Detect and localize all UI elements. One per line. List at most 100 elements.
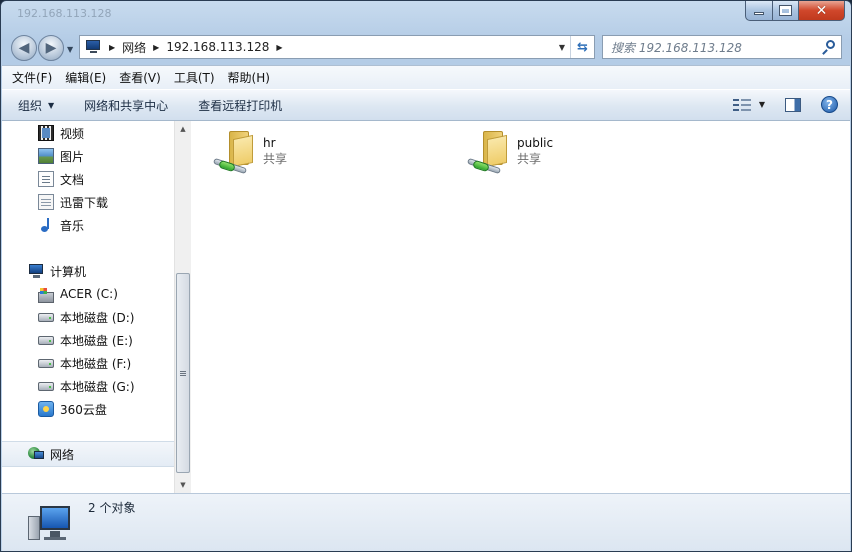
sidebar-item-label: 计算机 xyxy=(50,264,87,279)
sidebar-item-xunlei-downloads[interactable]: 迅雷下载 xyxy=(38,191,108,213)
sidebar-item-label: 本地磁盘 (D:) xyxy=(60,310,135,325)
minimize-button[interactable] xyxy=(745,1,773,21)
sidebar-item-label: 本地磁盘 (F:) xyxy=(60,356,132,371)
sidebar-item-documents[interactable]: 文档 xyxy=(38,168,84,190)
sidebar-item-network[interactable]: 网络 xyxy=(28,443,74,465)
sidebar-item-label: 迅雷下载 xyxy=(60,195,109,210)
grip-icon xyxy=(180,370,186,376)
sidebar-item-drive-d[interactable]: 本地磁盘 (D:) xyxy=(38,306,134,328)
breadcrumb-network[interactable]: 网络 xyxy=(122,39,146,56)
share-name: public xyxy=(517,136,554,150)
refresh-button[interactable]: ⇆ xyxy=(570,36,594,58)
menu-tools[interactable]: 工具(T) xyxy=(174,69,215,86)
hard-drive-icon xyxy=(38,335,54,345)
maximize-button[interactable] xyxy=(773,1,799,21)
forward-arrow-icon: ▶ xyxy=(45,40,57,56)
navigation-pane: 视频 图片 文档 迅雷下载 音乐 计算机 ACER (C:) 本地磁盘 (D:)… xyxy=(2,121,174,493)
sidebar-item-drive-g[interactable]: 本地磁盘 (G:) xyxy=(38,375,135,397)
computer-icon xyxy=(26,502,74,544)
sidebar-item-pictures[interactable]: 图片 xyxy=(38,145,84,167)
address-bar[interactable]: ▶ 网络 ▶ 192.168.113.128 ▶ ▼ ⇆ xyxy=(79,35,595,59)
share-text: public 共享 xyxy=(517,129,553,167)
share-item-public[interactable]: public 共享 xyxy=(465,129,553,179)
view-options-dropdown[interactable]: ▼ xyxy=(759,100,765,109)
breadcrumb-separator[interactable]: ▶ xyxy=(276,43,282,52)
organize-button[interactable]: 组织 ▼ xyxy=(18,97,54,114)
close-button[interactable]: ✕ xyxy=(799,1,845,21)
address-dropdown[interactable]: ▼ xyxy=(554,43,570,52)
sidebar-item-music[interactable]: 音乐 xyxy=(38,214,84,236)
network-share-folder-icon xyxy=(211,129,255,177)
network-computer-icon xyxy=(84,40,102,54)
menu-file[interactable]: 文件(F) xyxy=(12,69,52,86)
menu-help[interactable]: 帮助(H) xyxy=(228,69,270,86)
share-item-hr[interactable]: hr 共享 xyxy=(211,129,287,179)
share-type: 共享 xyxy=(263,152,288,166)
search-input[interactable]: 搜索 192.168.113.128 xyxy=(602,35,842,59)
change-view-icon[interactable] xyxy=(732,98,751,112)
details-pane: 2 个对象 xyxy=(2,493,850,551)
sidebar-item-drive-e[interactable]: 本地磁盘 (E:) xyxy=(38,329,133,351)
command-bar: 组织 ▼ 网络和共享中心 查看远程打印机 ▼ ? xyxy=(2,89,850,121)
breadcrumb-separator[interactable]: ▶ xyxy=(109,43,115,52)
chevron-down-icon: ▼ xyxy=(48,100,55,110)
forward-button[interactable]: ▶ xyxy=(38,35,64,61)
file-list: hr 共享 public 共享 xyxy=(191,121,850,493)
network-sharing-center-button[interactable]: 网络和共享中心 xyxy=(84,97,168,114)
scroll-thumb[interactable] xyxy=(176,273,190,473)
video-library-icon xyxy=(38,125,54,141)
scroll-down-arrow-icon[interactable]: ▼ xyxy=(175,477,191,493)
cloud-drive-icon xyxy=(38,401,54,417)
network-sharing-center-label: 网络和共享中心 xyxy=(84,98,169,113)
navigation-pane-scrollbar[interactable]: ▲ ▼ xyxy=(174,121,191,493)
hard-drive-icon xyxy=(38,381,54,391)
music-library-icon xyxy=(38,217,54,233)
sidebar-item-label: 360云盘 xyxy=(60,402,107,417)
recent-pages-dropdown[interactable]: ▼ xyxy=(67,45,73,54)
document-library-icon xyxy=(38,171,54,187)
minimize-icon xyxy=(754,12,764,15)
sidebar-item-label: 音乐 xyxy=(60,218,85,233)
back-button[interactable]: ◀ xyxy=(11,35,37,61)
breadcrumb-separator[interactable]: ▶ xyxy=(153,43,159,52)
search-placeholder: 搜索 192.168.113.128 xyxy=(611,40,742,55)
sidebar-item-label: ACER (C:) xyxy=(60,287,118,301)
sidebar-item-computer[interactable]: 计算机 xyxy=(28,260,86,282)
organize-label: 组织 xyxy=(18,98,43,113)
picture-library-icon xyxy=(38,148,54,164)
menu-bar: 文件(F) 编辑(E) 查看(V) 工具(T) 帮助(H) xyxy=(2,65,850,89)
view-remote-printers-label: 查看远程打印机 xyxy=(198,98,283,113)
share-type: 共享 xyxy=(517,152,542,166)
sidebar-item-label: 文档 xyxy=(60,172,85,187)
computer-icon xyxy=(28,263,44,279)
menu-view[interactable]: 查看(V) xyxy=(119,69,161,86)
view-remote-printers-button[interactable]: 查看远程打印机 xyxy=(198,97,282,114)
hard-drive-icon xyxy=(38,312,54,322)
search-icon[interactable] xyxy=(821,40,835,55)
sidebar-item-label: 本地磁盘 (G:) xyxy=(60,379,135,394)
sidebar-item-videos[interactable]: 视频 xyxy=(38,122,84,144)
help-icon[interactable]: ? xyxy=(821,96,838,113)
share-name: hr xyxy=(263,136,276,150)
sidebar-item-360-cloud[interactable]: 360云盘 xyxy=(38,398,107,420)
toolbar-right: ▼ ? xyxy=(732,96,838,113)
close-icon: ✕ xyxy=(815,2,828,19)
refresh-icon: ⇆ xyxy=(577,39,588,55)
download-folder-icon xyxy=(38,194,54,210)
scroll-up-arrow-icon[interactable]: ▲ xyxy=(175,121,191,137)
window-controls: ✕ xyxy=(745,1,845,21)
breadcrumb-host[interactable]: 192.168.113.128 xyxy=(166,40,269,54)
network-share-folder-icon xyxy=(465,129,509,177)
sidebar-item-drive-f[interactable]: 本地磁盘 (F:) xyxy=(38,352,131,374)
sidebar-item-label: 图片 xyxy=(60,149,85,164)
item-count: 2 个对象 xyxy=(88,501,136,515)
system-drive-icon xyxy=(38,287,54,303)
sidebar-item-label: 本地磁盘 (E:) xyxy=(60,333,133,348)
hard-drive-icon xyxy=(38,358,54,368)
sidebar-item-drive-c[interactable]: ACER (C:) xyxy=(38,283,118,305)
maximize-icon xyxy=(779,5,792,16)
menu-edit[interactable]: 编辑(E) xyxy=(65,69,106,86)
sidebar-item-label: 视频 xyxy=(60,126,85,141)
preview-pane-icon[interactable] xyxy=(785,97,801,112)
title-bar[interactable]: 192.168.113.128 ✕ xyxy=(1,1,851,31)
